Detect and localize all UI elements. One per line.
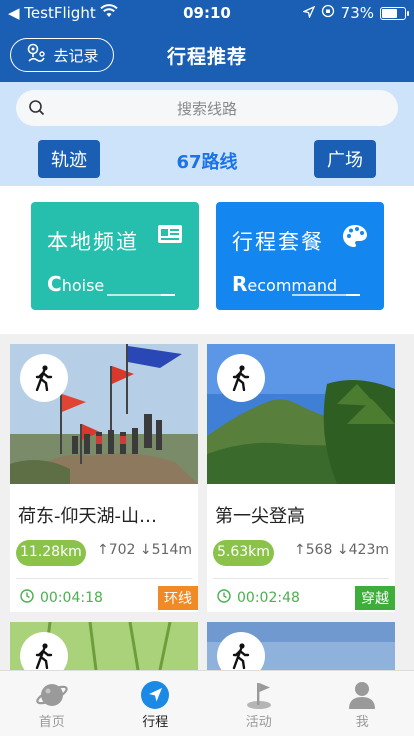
route-name: 荷东-仰天湖-山… [18,506,157,527]
channel-section: 本地频道 Choise 行程套餐 Recommand [0,186,414,334]
descent-icon: ↓ [336,542,349,558]
route-card[interactable]: 荷东-仰天湖-山… 11.28km ↑702 ↓514m 00:04:18 环线 [10,344,198,612]
clock-icon [20,589,34,607]
route-card[interactable] [10,622,198,670]
top-header-area: ◀ TestFlight 09:10 73% 去记录 行程推荐 搜索线路 轨迹 … [0,0,414,186]
tab-label: 活动 [245,715,272,730]
tab-activities[interactable]: 活动 [207,671,311,736]
duration: 00:04:18 [20,589,103,607]
orientation-lock-icon [321,4,335,22]
channel-title: 行程套餐 [232,230,324,254]
ascent-icon: ↑ [96,542,109,558]
person-icon [346,679,378,711]
palette-icon [342,224,368,252]
page-title: 行程推荐 [166,46,247,68]
clock-icon [217,589,231,607]
search-filter-area: 搜索线路 轨迹 67路线 广场 [0,82,414,186]
route-name: 第一尖登高 [215,506,305,527]
tab-label: 首页 [38,715,65,730]
id-card-icon [157,224,183,248]
divider [213,578,389,579]
elevation-stats: ↑702 ↓514m [96,542,192,558]
route-card[interactable] [207,622,395,670]
route-type-badge: 环线 [158,586,198,610]
tab-label: 行程 [142,715,169,730]
compass-icon [139,679,171,711]
elevation-stats: ↑568 ↓423m [293,542,389,558]
location-icon [301,4,315,22]
channel-subtitle: Recommand [232,272,338,296]
hiker-icon [217,354,265,402]
route-card[interactable]: 第一尖登高 5.63km ↑568 ↓423m 00:02:48 穿越 [207,344,395,612]
battery-icon [380,6,409,20]
hiker-icon [20,354,68,402]
flag-icon [242,679,276,711]
battery-percent: 73% [340,4,374,22]
tab-home[interactable]: 首页 [0,671,104,736]
square-button[interactable]: 广场 [314,140,376,178]
ascent-icon: ↑ [293,542,306,558]
route-type-badge: 穿越 [355,586,395,610]
status-bar: ◀ TestFlight 09:10 73% [0,0,414,28]
search-placeholder: 搜索线路 [176,100,237,118]
distance-badge: 5.63km [213,540,274,566]
tab-label: 我 [355,715,369,730]
descent-icon: ↓ [139,542,152,558]
planet-icon [35,679,69,711]
tab-me[interactable]: 我 [311,671,414,736]
local-channel-card[interactable]: 本地频道 Choise [31,202,199,310]
divider [16,578,192,579]
channel-underline-accent [346,294,360,296]
search-input[interactable]: 搜索线路 [16,90,398,126]
tab-trips[interactable]: 行程 [104,671,208,736]
nav-bar: 去记录 行程推荐 [0,32,414,80]
channel-subtitle: Choise [47,272,105,296]
package-channel-card[interactable]: 行程套餐 Recommand [216,202,384,310]
duration: 00:02:48 [217,589,300,607]
tab-bar: 首页 行程 活动 我 [0,670,414,736]
distance-badge: 11.28km [16,540,86,566]
channel-underline-accent [161,294,175,296]
channel-title: 本地频道 [47,230,139,254]
